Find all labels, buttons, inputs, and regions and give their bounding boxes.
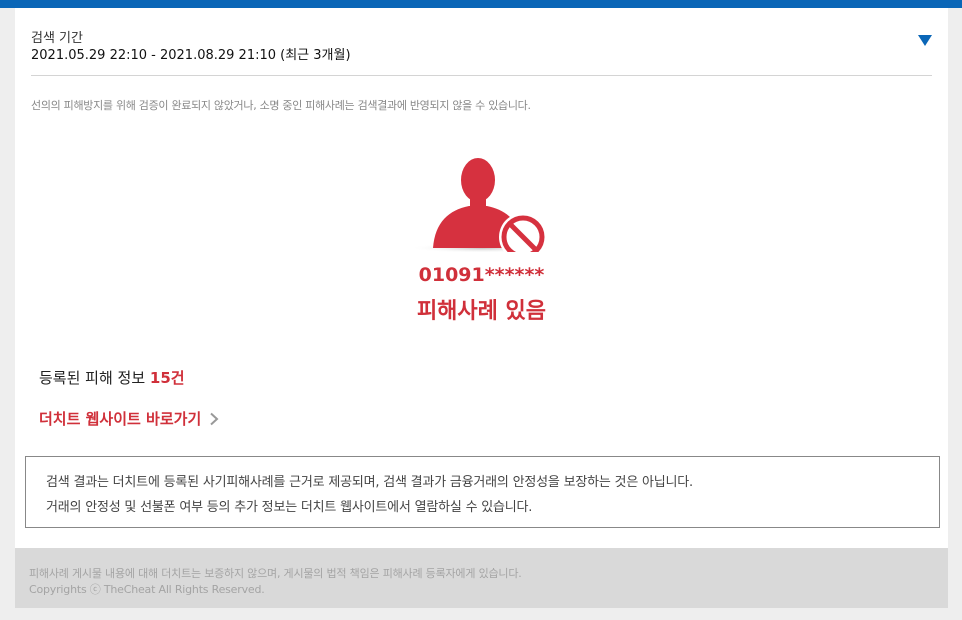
info-box: 검색 결과는 더치트에 등록된 사기피해사례를 근거로 제공되며, 검색 결과가…	[25, 456, 940, 528]
searched-number: 01091******	[418, 264, 545, 286]
footer-disclaimer: 피해사례 게시물 내용에 대해 더치트는 보증하지 않으며, 게시물의 법적 책…	[29, 567, 522, 580]
person-blocked-icon	[410, 158, 554, 252]
info-line-1: 검색 결과는 더치트에 등록된 사기피해사례를 근거로 제공되며, 검색 결과가…	[46, 475, 693, 490]
search-period-value: 2021.05.29 22:10 - 2021.08.29 21:10 (최근 …	[31, 48, 351, 63]
footer: 피해사례 게시물 내용에 대해 더치트는 보증하지 않으며, 게시물의 법적 책…	[15, 548, 948, 608]
registered-count: 등록된 피해 정보 15건	[39, 367, 185, 388]
info-line-2: 거래의 안정성 및 선불폰 여부 등의 추가 정보는 더치트 웹사이트에서 열람…	[46, 500, 533, 515]
registered-count-label: 등록된 피해 정보	[39, 369, 150, 387]
verification-notice: 선의의 피해방지를 위해 검증이 완료되지 않았거나, 소명 중인 피해사례는 …	[31, 99, 531, 112]
top-bar	[0, 0, 962, 8]
triangle-down-icon[interactable]	[917, 33, 933, 47]
result-status: 피해사례 있음	[416, 299, 547, 324]
thecheat-website-link[interactable]: 더치트 웹사이트 바로가기	[39, 408, 219, 429]
footer-copyright: Copyrights ⓒ TheCheat All Rights Reserve…	[29, 583, 265, 596]
registered-count-value: 15건	[149, 369, 185, 387]
result-panel: 검색 기간 2021.05.29 22:10 - 2021.08.29 21:1…	[15, 8, 948, 548]
chevron-right-icon	[210, 412, 219, 425]
divider	[31, 75, 932, 76]
site-link-label: 더치트 웹사이트 바로가기	[39, 410, 202, 428]
